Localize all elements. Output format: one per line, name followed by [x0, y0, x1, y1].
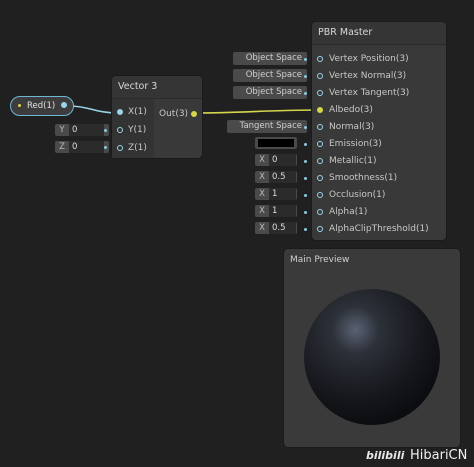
main-preview-panel[interactable]: Main Preview	[284, 249, 460, 447]
vector3-y-label: Y(1)	[128, 125, 147, 135]
red-property-node[interactable]: Red(1)	[10, 96, 74, 116]
alpha-field[interactable]: X1	[255, 205, 297, 217]
vector3-z-field[interactable]: Z0	[55, 141, 109, 153]
property-bullet-icon	[18, 104, 21, 107]
port-vertex-normal[interactable]	[317, 73, 323, 79]
port-emission[interactable]	[317, 141, 323, 147]
port-smoothness[interactable]	[317, 175, 323, 181]
port-metallic[interactable]	[317, 158, 323, 164]
main-preview-title: Main Preview	[290, 255, 350, 265]
smoothness-value[interactable]: 0.5	[269, 171, 296, 183]
occlusion-link-dot	[304, 194, 307, 197]
pbr-master-title: PBR Master	[312, 22, 446, 45]
metallic-value[interactable]: 0	[269, 154, 296, 166]
red-output-port[interactable]	[61, 102, 67, 108]
red-to-x-wire	[69, 105, 119, 114]
vertex-position-space-dropdown[interactable]: Object Space	[233, 52, 307, 65]
vector3-x-label: X(1)	[128, 107, 147, 117]
watermark-username: HibariCN	[410, 448, 468, 463]
label-metallic: Metallic(1)	[329, 156, 377, 166]
vector3-z-port[interactable]	[117, 145, 123, 151]
vertex-normal-space-dropdown[interactable]: Object Space	[233, 69, 307, 82]
vector3-x-port[interactable]	[117, 109, 123, 115]
vertex-position-link-dot	[304, 58, 307, 61]
vector3-out-label: Out(3)	[159, 109, 189, 119]
label-emission: Emission(3)	[329, 139, 382, 149]
port-normal[interactable]	[317, 124, 323, 130]
emission-link-dot	[304, 143, 307, 146]
vector3-z-value[interactable]: 0	[69, 141, 104, 153]
emission-color-field[interactable]	[255, 137, 297, 149]
vector3-z-link-dot	[104, 146, 107, 149]
vector3-y-value[interactable]: 0	[69, 124, 104, 136]
vector3-y-port[interactable]	[117, 127, 123, 133]
label-albedo: Albedo(3)	[329, 105, 373, 115]
port-alpha-clip-threshold[interactable]	[317, 226, 323, 232]
alpha-value[interactable]: 1	[269, 205, 296, 217]
vertex-tangent-space-dropdown[interactable]: Object Space	[233, 86, 307, 99]
vector3-y-field[interactable]: Y0	[55, 124, 109, 136]
occlusion-value[interactable]: 1	[269, 188, 296, 200]
label-vertex-normal: Vertex Normal(3)	[329, 71, 407, 81]
port-vertex-tangent[interactable]	[317, 90, 323, 96]
vector3-title: Vector 3	[112, 76, 202, 99]
label-alpha-clip-threshold: AlphaClipThreshold(1)	[329, 224, 429, 234]
alpha-clip-value[interactable]: 0.5	[269, 222, 296, 234]
vector3-z-label: Z(1)	[128, 143, 147, 153]
metallic-link-dot	[304, 160, 307, 163]
label-vertex-position: Vertex Position(3)	[329, 54, 409, 64]
metallic-field[interactable]: X0	[255, 154, 297, 166]
label-occlusion: Occlusion(1)	[329, 190, 386, 200]
port-albedo[interactable]	[317, 107, 323, 113]
red-property-label: Red(1)	[27, 101, 56, 111]
occlusion-field[interactable]: X1	[255, 188, 297, 200]
vertex-tangent-link-dot	[304, 92, 307, 95]
emission-color-swatch[interactable]	[258, 139, 294, 147]
alpha-clip-link-dot	[304, 228, 307, 231]
label-normal: Normal(3)	[329, 122, 375, 132]
out-to-albedo-wire	[193, 109, 321, 114]
vector3-node[interactable]: Vector 3 X(1) Y(1) Z(1) Out(3)	[112, 76, 202, 158]
port-alpha[interactable]	[317, 209, 323, 215]
smoothness-link-dot	[304, 177, 307, 180]
smoothness-field[interactable]: X 0.5	[255, 171, 297, 183]
label-smoothness: Smoothness(1)	[329, 173, 398, 183]
bilibili-logo: bilibili	[366, 449, 405, 462]
vertex-normal-link-dot	[304, 75, 307, 78]
normal-link-dot	[304, 126, 307, 129]
alpha-clip-field[interactable]: X 0.5	[255, 222, 297, 234]
label-alpha: Alpha(1)	[329, 207, 368, 217]
alpha-link-dot	[304, 211, 307, 214]
port-vertex-position[interactable]	[317, 56, 323, 62]
port-occlusion[interactable]	[317, 192, 323, 198]
vector3-y-link-dot	[104, 129, 107, 132]
preview-sphere[interactable]	[302, 287, 442, 427]
vector3-out-port[interactable]	[191, 111, 197, 117]
normal-space-dropdown[interactable]: Tangent Space	[227, 120, 307, 133]
label-vertex-tangent: Vertex Tangent(3)	[329, 88, 410, 98]
